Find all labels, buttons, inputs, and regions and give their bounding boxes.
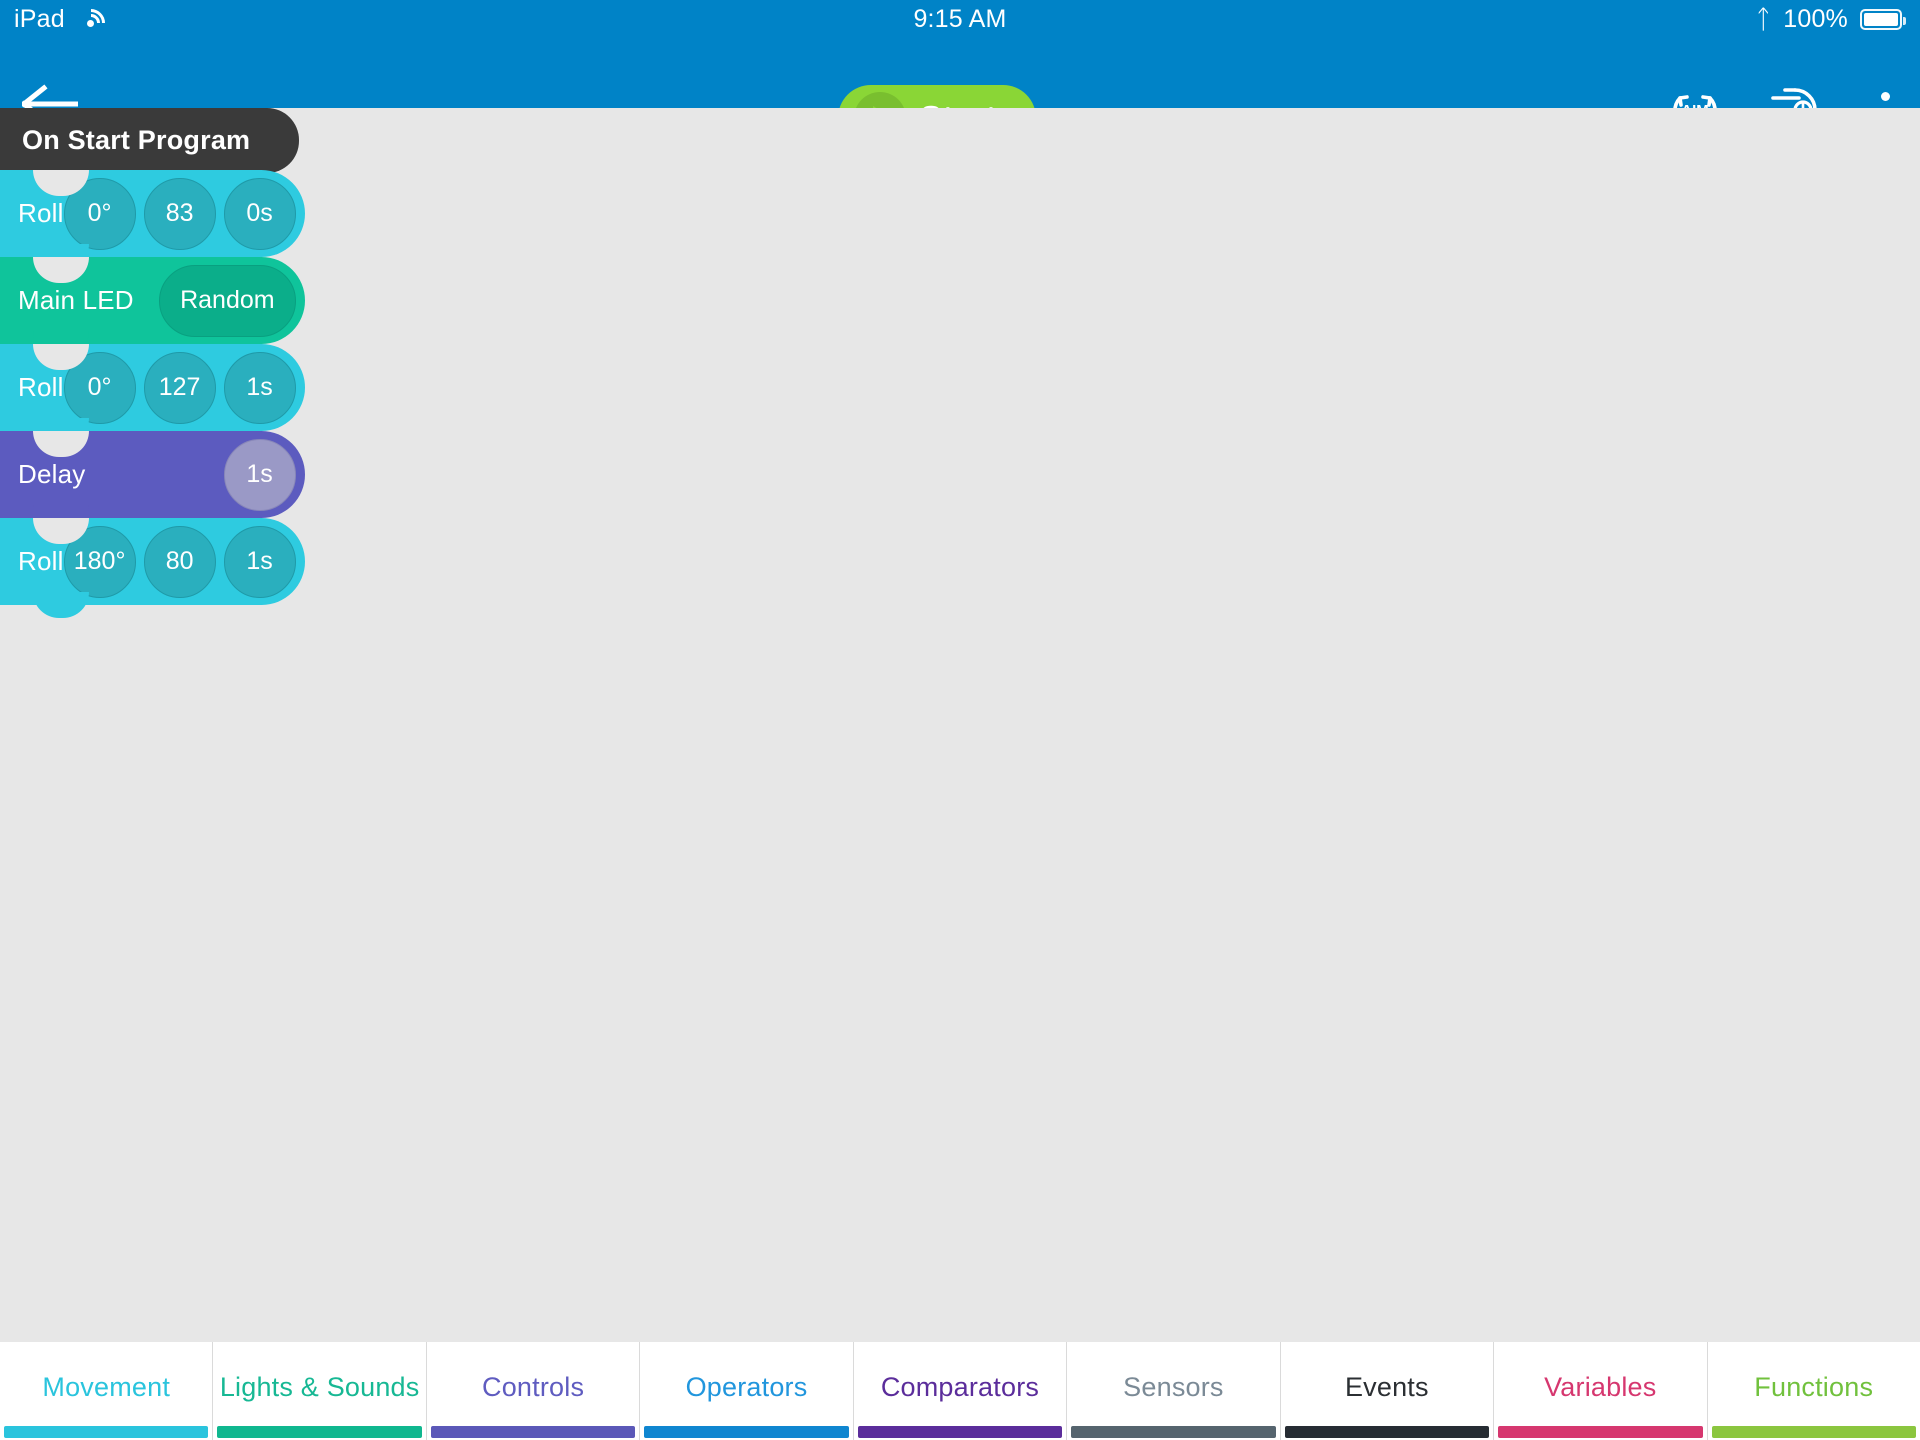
block-parameters: 1s bbox=[223, 438, 305, 511]
block-parameters: 0° 83 0s bbox=[63, 177, 305, 250]
bluetooth-icon: ᛏ bbox=[1755, 4, 1772, 34]
block-label: Main LED bbox=[18, 285, 134, 315]
tab-label: Controls bbox=[482, 1371, 585, 1402]
program-block-delay[interactable]: Delay 1s bbox=[0, 431, 305, 531]
app-toolbar: Start AIM bbox=[0, 38, 1920, 151]
tab-functions[interactable]: Functions bbox=[1708, 1342, 1920, 1440]
ios-status-bar: iPad 9:15 AM ᛏ 100% bbox=[0, 0, 1920, 43]
tab-accent-bar bbox=[644, 1426, 849, 1438]
tab-label: Events bbox=[1344, 1371, 1429, 1402]
block-param-speed[interactable]: 80 bbox=[143, 525, 216, 598]
tab-accent-bar bbox=[430, 1426, 636, 1438]
tab-variables[interactable]: Variables bbox=[1494, 1342, 1708, 1440]
block-param-duration[interactable]: 1s bbox=[223, 525, 296, 598]
block-label: Roll bbox=[18, 546, 64, 576]
block-param-duration[interactable]: 1s bbox=[223, 351, 296, 424]
tab-label: Variables bbox=[1544, 1371, 1657, 1402]
tab-accent-bar bbox=[1071, 1426, 1276, 1438]
tab-accent-bar bbox=[1284, 1426, 1490, 1438]
block-param-duration[interactable]: 1s bbox=[223, 438, 296, 511]
tab-label: Comparators bbox=[880, 1371, 1040, 1402]
block-stack: Roll 0° 83 0s Main LED Random Roll 0° 127 1s Delay… bbox=[0, 170, 305, 618]
block-param-color[interactable]: Random bbox=[159, 264, 296, 337]
tab-comparators[interactable]: Comparators bbox=[854, 1342, 1068, 1440]
status-bar-clock: 9:15 AM bbox=[913, 4, 1007, 33]
program-block-roll[interactable]: Roll 180° 80 1s bbox=[0, 518, 305, 618]
block-notch-bottom bbox=[33, 592, 89, 618]
tab-label: Operators bbox=[685, 1371, 808, 1402]
tab-sensors[interactable]: Sensors bbox=[1067, 1342, 1281, 1440]
tab-lights-sounds[interactable]: Lights & Sounds bbox=[213, 1342, 427, 1440]
block-param-speed[interactable]: 127 bbox=[143, 351, 216, 424]
tab-operators[interactable]: Operators bbox=[640, 1342, 854, 1440]
block-param-speed[interactable]: 83 bbox=[143, 177, 216, 250]
program-canvas[interactable]: On Start Program Roll 0° 83 0s Main LED Rando… bbox=[0, 108, 1920, 1342]
category-tab-bar: Movement Lights & Sounds Controls Operators… bbox=[0, 1342, 1920, 1440]
tab-label: Movement bbox=[42, 1371, 171, 1402]
app-root: iPad 9:15 AM ᛏ 100% Start bbox=[0, 0, 1920, 1440]
tab-accent-bar bbox=[857, 1426, 1063, 1438]
program-header-label: On Start Program bbox=[22, 125, 251, 155]
tab-events[interactable]: Events bbox=[1281, 1342, 1495, 1440]
tab-label: Lights & Sounds bbox=[219, 1371, 420, 1402]
block-notch-top bbox=[33, 257, 89, 283]
tab-accent-bar bbox=[1711, 1426, 1916, 1438]
block-label: Roll bbox=[18, 372, 64, 402]
program-block-roll[interactable]: Roll 0° 83 0s bbox=[0, 170, 305, 270]
program-header-tab[interactable]: On Start Program bbox=[0, 108, 299, 186]
tab-accent-bar bbox=[1498, 1426, 1703, 1438]
block-param-duration[interactable]: 0s bbox=[223, 177, 296, 250]
block-label: Delay bbox=[18, 459, 86, 489]
block-parameters: 180° 80 1s bbox=[63, 525, 305, 598]
battery-full-icon bbox=[1860, 8, 1906, 30]
status-bar-right: ᛏ 100% bbox=[1755, 5, 1920, 34]
block-parameters: Random bbox=[159, 264, 305, 337]
tab-movement[interactable]: Movement bbox=[0, 1342, 214, 1440]
block-parameters: 0° 127 1s bbox=[63, 351, 305, 424]
tab-label: Functions bbox=[1754, 1371, 1874, 1402]
tab-accent-bar bbox=[4, 1426, 209, 1438]
tab-accent-bar bbox=[217, 1426, 422, 1438]
battery-percent-label: 100% bbox=[1783, 4, 1848, 33]
tab-controls[interactable]: Controls bbox=[427, 1342, 641, 1440]
block-label: Roll bbox=[18, 198, 64, 228]
program-block-main-led[interactable]: Main LED Random bbox=[0, 257, 305, 357]
program-block-roll[interactable]: Roll 0° 127 1s bbox=[0, 344, 305, 444]
tab-label: Sensors bbox=[1123, 1371, 1224, 1402]
block-notch-top bbox=[33, 431, 89, 457]
